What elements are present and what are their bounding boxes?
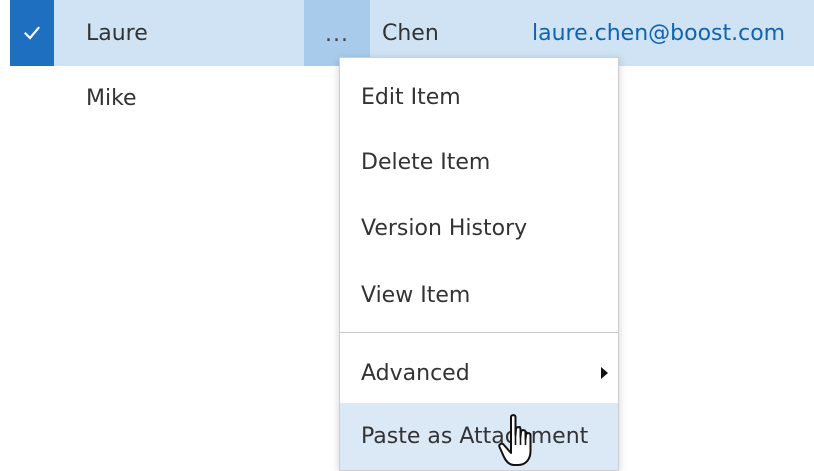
menu-item-paste-as-attachment[interactable]: Paste as Attachment [340, 403, 618, 470]
cell-first-name: Mike [86, 86, 137, 111]
menu-item-advanced[interactable]: Advanced [340, 342, 618, 404]
menu-divider [340, 332, 618, 333]
chevron-right-icon [601, 367, 608, 379]
check-icon [24, 26, 40, 40]
cell-last-name: Chen [382, 21, 439, 46]
menu-item-edit-item[interactable]: Edit Item [340, 66, 618, 128]
ellipsis-icon: ... [325, 22, 349, 47]
cell-email-link[interactable]: laure.chen@boost.com [532, 23, 785, 45]
menu-item-label: Delete Item [361, 149, 491, 175]
menu-item-delete-item[interactable]: Delete Item [340, 131, 618, 193]
menu-item-label: Paste as Attachment [361, 424, 589, 449]
context-menu: Edit Item Delete Item Version History Vi… [339, 57, 619, 471]
menu-item-label: View Item [361, 282, 471, 308]
menu-item-label: Advanced [361, 360, 470, 386]
cell-first-name: Laure [86, 21, 148, 46]
row-checkbox[interactable] [10, 0, 54, 66]
list-view: Laure ... Chen laure.chen@boost.com Mike… [0, 0, 814, 471]
menu-item-label: Edit Item [361, 84, 461, 110]
menu-item-version-history[interactable]: Version History [340, 197, 618, 259]
menu-item-view-item[interactable]: View Item [340, 264, 618, 326]
menu-item-label: Version History [361, 215, 528, 241]
